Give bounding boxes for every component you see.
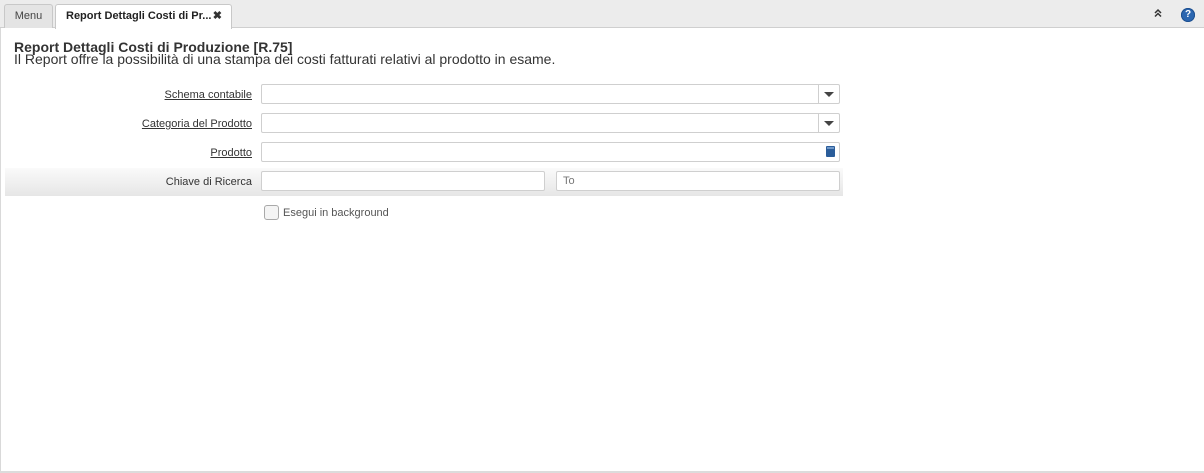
tab-menu-label: Menu	[14, 10, 43, 22]
prodotto-label[interactable]: Prodotto	[210, 147, 252, 159]
tab-report-active[interactable]: Report Dettagli Costi di Pr... ✖	[55, 4, 232, 29]
help-icon[interactable]: ?	[1181, 8, 1195, 22]
close-icon[interactable]: ✖	[213, 5, 222, 27]
form-row-prodotto: Prodotto	[5, 140, 843, 166]
schema-contabile-select[interactable]	[261, 84, 840, 104]
book-icon[interactable]	[826, 146, 835, 157]
background-label[interactable]: Esegui in background	[283, 207, 389, 219]
collapse-up-icon[interactable]	[1151, 8, 1165, 22]
collapse-up-icon-svg	[1154, 8, 1162, 18]
page-description: Il Report offre la possibilità di una st…	[14, 51, 556, 67]
prodotto-field[interactable]	[261, 142, 840, 162]
form-row-categoria: Categoria del Prodotto	[5, 111, 843, 137]
form-row-schema: Schema contabile	[5, 82, 843, 108]
chiave-to-input[interactable]: To	[556, 171, 840, 191]
categoria-label[interactable]: Categoria del Prodotto	[142, 118, 252, 130]
tab-bar: Menu Report Dettagli Costi di Pr... ✖ ?	[0, 0, 1204, 29]
schema-dropdown-button[interactable]	[818, 85, 839, 103]
tab-menu[interactable]: Menu	[4, 4, 53, 28]
chevron-down-icon	[824, 92, 834, 97]
schema-label[interactable]: Schema contabile	[165, 89, 252, 101]
form-row-chiave: Chiave di Ricerca To	[5, 168, 843, 196]
tab-report-label: Report Dettagli Costi di Pr...	[66, 10, 212, 22]
chevron-down-icon	[824, 121, 834, 126]
panel-left-border	[0, 28, 1, 473]
categoria-prodotto-select[interactable]	[261, 113, 840, 133]
chiave-from-input[interactable]	[261, 171, 545, 191]
background-checkbox[interactable]	[264, 205, 279, 220]
categoria-dropdown-button[interactable]	[818, 114, 839, 132]
chiave-to-placeholder: To	[563, 175, 575, 187]
chiave-label: Chiave di Ricerca	[165, 176, 252, 188]
